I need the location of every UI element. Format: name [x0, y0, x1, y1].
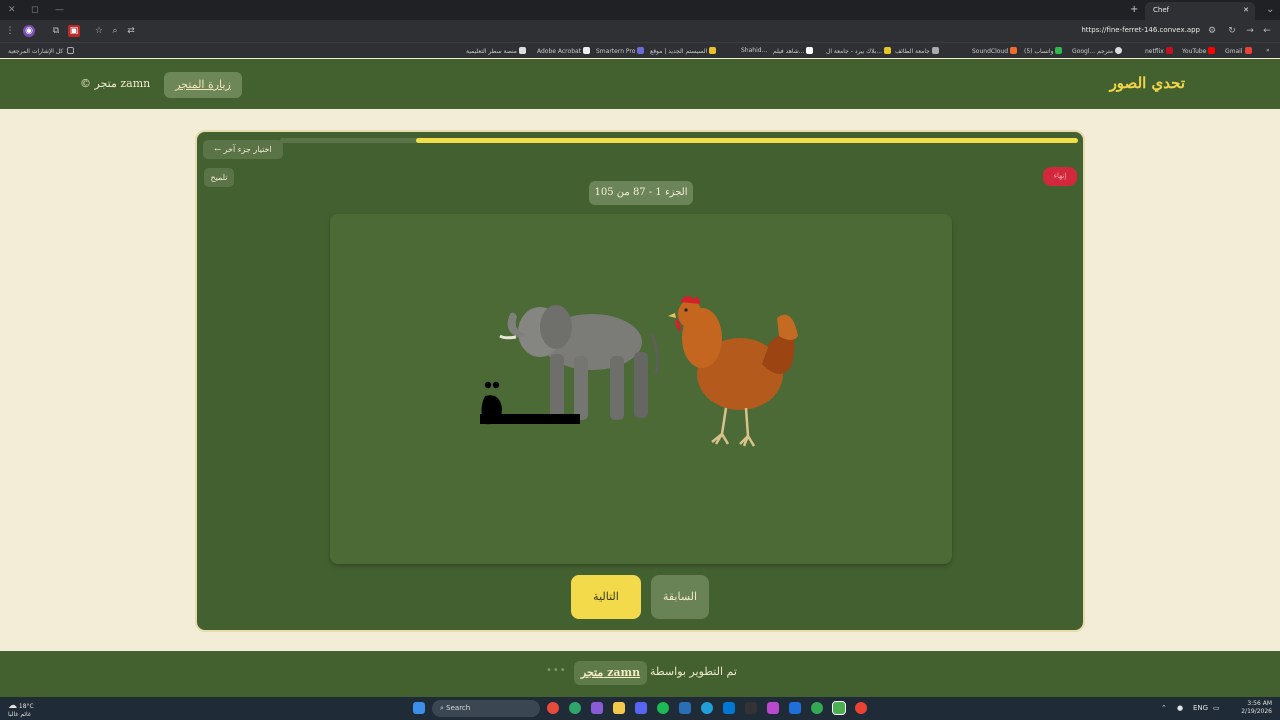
reload-icon[interactable]: ↻: [1226, 25, 1238, 37]
site-footer: ••• متجر zamn تم التطوير بواسطة: [0, 651, 1280, 697]
bookmark-item[interactable]: السيستم الجديد | موقع: [650, 47, 717, 55]
zoom-icon[interactable]: ⌕: [109, 25, 121, 37]
windows-start-icon[interactable]: [413, 702, 425, 714]
new-tab-icon[interactable]: +: [1130, 4, 1138, 15]
progress-bar: [280, 138, 1078, 143]
word-fragment-shape: [480, 381, 580, 425]
translate-icon[interactable]: ⇄: [125, 25, 137, 37]
microphone-icon[interactable]: ●: [1177, 704, 1183, 712]
menu-dots-icon[interactable]: ⋮: [4, 25, 16, 37]
end-button[interactable]: إنهاء: [1043, 167, 1077, 186]
tab-title: Chef: [1153, 6, 1170, 14]
more-bookmarks-icon[interactable]: »: [1266, 47, 1270, 54]
bookmark-item[interactable]: جامعة الطائف: [895, 47, 939, 55]
forward-icon[interactable]: →: [1244, 25, 1256, 37]
footer-dots: •••: [546, 665, 567, 676]
footer-store-link[interactable]: متجر zamn: [574, 661, 647, 685]
footer-credit: تم التطوير بواسطة: [650, 665, 737, 678]
bookmark-item[interactable]: شاهد فيلم...: [773, 47, 814, 55]
browser-titlebar: ✕ ◻ — + Chef ✕ ⌄: [0, 0, 1280, 20]
cloud-icon: ☁: [8, 701, 17, 711]
bookmark-item[interactable]: منصة سطر التعليمية: [466, 47, 527, 55]
discord-icon[interactable]: [635, 702, 647, 714]
bookmarks-bar: كل الإشارات المرجعية منصة سطر التعليمية …: [0, 42, 1280, 58]
bookmark-item[interactable]: netflix: [1145, 47, 1173, 55]
active-app-icon[interactable]: [832, 701, 846, 715]
steam-icon[interactable]: [679, 702, 691, 714]
puzzle-image-panel: [330, 214, 952, 564]
taskbar-search[interactable]: ⌕ Search: [432, 700, 540, 717]
search-icon: ⌕: [440, 704, 444, 712]
browser-tab[interactable]: Chef ✕: [1145, 2, 1255, 20]
address-bar[interactable]: https://fine-ferret-146.convex.app: [1081, 26, 1200, 34]
browser-toolbar: ⋮ ◉ ⧉ ▣ ☆ ⌕ ⇄ https://fine-ferret-146.co…: [0, 20, 1280, 42]
site-settings-icon[interactable]: ⚙: [1206, 25, 1218, 37]
app-icon[interactable]: ▣: [68, 25, 80, 37]
clock[interactable]: 3:56 AM 2/19/2026: [1241, 700, 1272, 716]
weather-temp: 18°C: [18, 703, 34, 710]
bookmark-item[interactable]: Googl... مترجم: [1072, 47, 1123, 55]
xbox-icon[interactable]: [657, 702, 669, 714]
app-icon[interactable]: [789, 702, 801, 714]
tray-chevron-icon[interactable]: ⌃: [1161, 704, 1167, 712]
bookmark-item[interactable]: Smartern Pro: [596, 47, 645, 55]
close-window-icon[interactable]: ✕: [8, 5, 16, 15]
tab-search-icon[interactable]: ⌄: [1266, 4, 1274, 15]
copyright-text: © متجر zamn: [80, 77, 151, 90]
chrome-icon[interactable]: [547, 702, 559, 714]
bookmark-item[interactable]: (5) واتساب: [1024, 47, 1063, 55]
bookmark-star-icon[interactable]: ☆: [93, 25, 105, 37]
edge-icon[interactable]: [569, 702, 581, 714]
next-button[interactable]: التالية: [571, 575, 641, 619]
clock-time: 3:56 AM: [1247, 700, 1272, 707]
weather-widget[interactable]: ☁ 18°C غائم غالبا: [8, 701, 34, 718]
language-indicator[interactable]: ENG: [1193, 704, 1208, 712]
site-brand: تحدي الصور: [1109, 74, 1185, 92]
visit-store-button[interactable]: زيارة المتجر: [164, 72, 242, 98]
previous-button[interactable]: السابقة: [651, 575, 709, 619]
restore-window-icon[interactable]: ◻: [31, 5, 38, 15]
tab-close-icon[interactable]: ✕: [1243, 6, 1249, 14]
progress-fill: [415, 138, 1078, 143]
game-card: ← اختيار جزء آخر تلميح إنهاء الجزء 1 - 8…: [195, 130, 1085, 632]
bookmark-item[interactable]: YouTube: [1182, 47, 1216, 55]
hint-button[interactable]: تلميح: [204, 168, 234, 187]
chicken-image: [668, 296, 798, 447]
back-icon[interactable]: ←: [1261, 25, 1273, 37]
elephant-image: [499, 305, 659, 420]
telegram-icon[interactable]: [701, 702, 713, 714]
minimize-window-icon[interactable]: —: [55, 5, 64, 15]
clock-date: 2/19/2026: [1241, 708, 1272, 715]
bookmark-item[interactable]: Adobe Acrobat: [537, 47, 591, 55]
search-placeholder: Search: [446, 704, 471, 712]
chrome-profile-icon[interactable]: [855, 702, 867, 714]
bookmark-item[interactable]: بلاك بيرد - جامعة ال...: [826, 47, 892, 55]
share-icon[interactable]: ⧉: [50, 25, 62, 37]
bookmark-item[interactable]: Shahid...: [741, 47, 767, 54]
network-icon[interactable]: ▭: [1213, 704, 1220, 712]
weather-desc: غائم غالبا: [8, 711, 31, 718]
part-counter: الجزء 1 - 87 من 105: [589, 181, 693, 205]
choose-other-part-button[interactable]: ← اختيار جزء آخر: [203, 140, 283, 159]
epic-icon[interactable]: [745, 702, 757, 714]
windows-taskbar: ☁ 18°C غائم غالبا ⌕ Search ⌃ ● ENG ▭ 3:5…: [0, 697, 1280, 720]
chrome-profile-icon[interactable]: [811, 702, 823, 714]
all-bookmarks[interactable]: كل الإشارات المرجعية: [8, 47, 75, 55]
puzzle-illustration: [480, 296, 798, 447]
file-explorer-icon[interactable]: [613, 702, 625, 714]
extension-icon[interactable]: ◉: [23, 25, 35, 37]
app-icon[interactable]: [723, 702, 735, 714]
app-icon[interactable]: [767, 702, 779, 714]
site-header: تحدي الصور زيارة المتجر © متجر zamn: [0, 59, 1280, 109]
bookmark-item[interactable]: Gmail: [1225, 47, 1252, 55]
copilot-icon[interactable]: [591, 702, 603, 714]
bookmark-item[interactable]: SoundCloud: [972, 47, 1018, 55]
